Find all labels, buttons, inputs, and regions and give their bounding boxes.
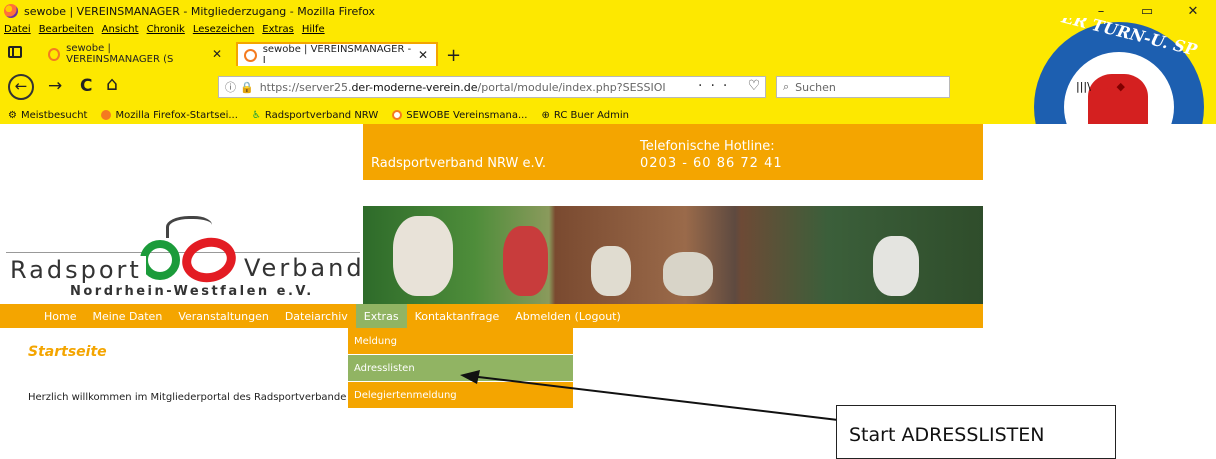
bookmark-meistbesucht[interactable]: ⚙ Meistbesucht <box>8 110 87 121</box>
nav-meine-daten[interactable]: Meine Daten <box>84 304 170 328</box>
cyclist-icon: ♿ <box>251 109 261 121</box>
tab-label: sewobe | VEREINSMANAGER - I <box>262 44 412 66</box>
adblock-icon[interactable]: ● <box>1099 80 1109 93</box>
globe-icon: ⊕ <box>541 109 550 121</box>
tab-sewobe-1[interactable]: sewobe | VEREINSMANAGER (S ✕ <box>42 42 230 66</box>
sewobe-favicon-icon <box>48 47 61 61</box>
close-window-button[interactable]: ✕ <box>1170 4 1216 19</box>
green-wheel-icon <box>140 240 180 280</box>
back-button[interactable]: ← <box>8 74 34 100</box>
dropdown-item-adresslisten[interactable]: Adresslisten <box>348 355 573 382</box>
nav-abmelden[interactable]: Abmelden (Logout) <box>507 304 629 328</box>
sewobe-favicon-icon <box>392 110 403 120</box>
url-prefix: https://server25. <box>259 80 352 94</box>
menu-bearbeiten[interactable]: Bearbeiten <box>39 24 94 35</box>
header-photo-collage <box>363 206 983 304</box>
extension-icons: |||\ ● ◆ <box>1076 80 1125 93</box>
bookmark-label: RC Buer Admin <box>553 109 630 121</box>
hotline-number: 0203 - 60 86 72 41 <box>640 156 783 171</box>
firefox-icon <box>4 4 18 18</box>
photo-cyclist <box>393 216 453 296</box>
menu-chronik[interactable]: Chronik <box>147 24 185 35</box>
url-bar[interactable]: ⓘ 🔒 https://server25. der-moderne-verein.… <box>218 76 766 98</box>
url-domain: der-moderne-verein.de <box>351 80 478 94</box>
bookmark-label: Mozilla Firefox-Startsei... <box>115 109 238 121</box>
new-tab-button[interactable]: + <box>446 45 461 66</box>
tab-sewobe-2[interactable]: sewobe | VEREINSMANAGER - I ✕ <box>236 42 438 66</box>
home-button[interactable]: ⌂ <box>106 73 118 95</box>
bookmark-sewobe[interactable]: SEWOBE Vereinsmana... <box>392 109 528 121</box>
minimize-button[interactable]: – <box>1078 4 1124 19</box>
tab-label: sewobe | VEREINSMANAGER (S <box>66 43 174 65</box>
bookmark-firefox-start[interactable]: Mozilla Firefox-Startsei... <box>101 109 238 121</box>
radsportverband-logo: Radsport Verband Nordrhein-Westfalen e.V… <box>6 212 365 304</box>
bookmark-label: SEWOBE Vereinsmana... <box>406 109 528 121</box>
bookmark-rc-buer[interactable]: ⊕ RC Buer Admin <box>542 110 630 121</box>
menu-ansicht[interactable]: Ansicht <box>102 24 139 35</box>
header-org-name: Radsportverband NRW e.V. <box>371 156 546 171</box>
photo-cyclist <box>873 236 919 296</box>
logo-word-verband: Verband <box>242 254 365 282</box>
sewobe-favicon-icon <box>244 48 257 62</box>
welcome-text: Herzlich willkommen im Mitgliederportal … <box>28 392 347 403</box>
photo-cyclist <box>503 226 548 296</box>
photo-hall-cyclist <box>591 246 631 296</box>
search-placeholder: Suchen <box>795 80 836 94</box>
nav-dateiarchiv[interactable]: Dateiarchiv <box>277 304 356 328</box>
logo-word-radsport: Radsport <box>10 256 146 284</box>
gear-icon: ⚙ <box>8 109 17 121</box>
tab-close-icon[interactable]: ✕ <box>212 47 222 61</box>
firefox-icon <box>101 110 112 120</box>
menu-extras[interactable]: Extras <box>262 24 294 35</box>
tab-close-icon[interactable]: ✕ <box>418 48 428 62</box>
menu-datei[interactable]: Datei <box>4 24 31 35</box>
search-input[interactable]: ⌕ Suchen <box>776 76 950 98</box>
nav-extras[interactable]: Extras <box>355 304 407 328</box>
ublock-icon[interactable]: ◆ <box>1116 80 1124 93</box>
info-icon[interactable]: ⓘ <box>225 79 236 95</box>
nav-veranstaltungen[interactable]: Veranstaltungen <box>170 304 277 328</box>
hotline-title: Telefonische Hotline: <box>640 139 775 154</box>
maximize-button[interactable]: ▭ <box>1124 4 1170 19</box>
logo-subtitle: Nordrhein-Westfalen e.V. <box>70 284 314 299</box>
forward-button[interactable]: → <box>48 76 62 96</box>
reload-button[interactable]: C <box>80 76 92 96</box>
library-icon[interactable]: |||\ <box>1076 80 1091 93</box>
header-bar: Radsportverband NRW e.V. Telefonische Ho… <box>363 124 983 180</box>
nav-home[interactable]: Home <box>36 304 84 328</box>
menu-lesezeichen[interactable]: Lesezeichen <box>193 24 254 35</box>
annotation-callout: Start ADRESSLISTEN <box>836 405 1116 459</box>
red-wheel-icon <box>178 232 240 288</box>
page-title: Startseite <box>28 344 107 360</box>
nav-left-filler <box>0 304 36 328</box>
menu-hilfe[interactable]: Hilfe <box>302 24 325 35</box>
window-title: sewobe | VEREINSMANAGER - Mitgliederzuga… <box>24 4 376 18</box>
bookmark-radsportverband[interactable]: ♿ Radsportverband NRW <box>252 110 378 121</box>
dropdown-item-meldung[interactable]: Meldung <box>348 328 573 355</box>
bookmark-label: Radsportverband NRW <box>264 109 379 121</box>
nav-kontaktanfrage[interactable]: Kontaktanfrage <box>407 304 508 328</box>
bookmark-label: Meistbesucht <box>20 109 88 121</box>
url-path: /portal/module/index.php?SESSIOI <box>477 80 666 94</box>
search-icon: ⌕ <box>783 80 790 93</box>
cyclist-icon <box>166 216 212 238</box>
sidebar-toggle-icon[interactable] <box>8 46 22 58</box>
extras-dropdown-menu: Meldung Adresslisten Delegiertenmeldung <box>348 328 573 409</box>
club-emblem-logo: ER TURN-U. SP <box>1030 18 1216 130</box>
photo-hall-cyclist <box>663 252 713 296</box>
main-navigation: Home Meine Daten Veranstaltungen Dateiar… <box>36 304 983 328</box>
dropdown-item-delegiertenmeldung[interactable]: Delegiertenmeldung <box>348 382 573 409</box>
lock-icon: 🔒 <box>240 80 254 94</box>
